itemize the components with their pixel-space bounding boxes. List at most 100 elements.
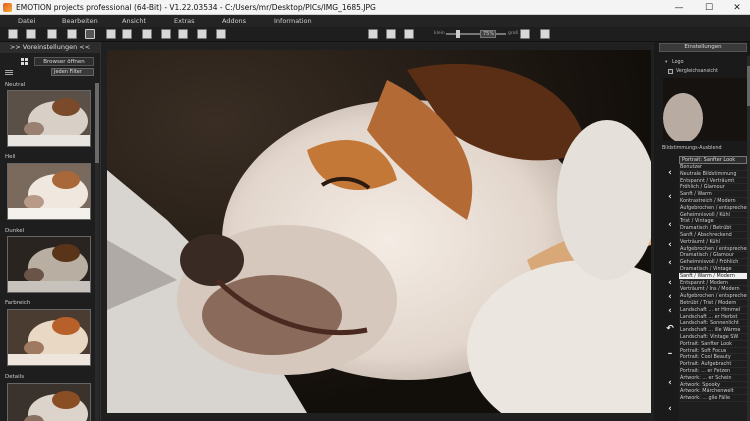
export-icon[interactable] — [67, 29, 77, 39]
menu-addons[interactable]: Addons — [222, 17, 246, 25]
look-item[interactable]: Landschaft: Sonnenlicht — [679, 320, 747, 328]
book-icon[interactable] — [197, 29, 207, 39]
menu-extras[interactable]: Extras — [174, 17, 195, 25]
look-item[interactable]: Verträumt / Ins / Modern — [679, 286, 747, 294]
look-item[interactable]: Sanft / Abschreckend — [679, 232, 747, 239]
dog-thumbnail-hell — [8, 164, 90, 219]
sleeping-dog-photo — [107, 50, 651, 413]
look-item[interactable]: Entspannt / Modern — [679, 280, 747, 287]
look-item[interactable]: Portrait: Aufgebracht — [679, 361, 747, 368]
fit-icon[interactable] — [520, 29, 530, 39]
look-item[interactable]: Aufgebrochen / entsprechend — [679, 293, 747, 300]
look-select[interactable]: Portrait: Sanfter Look — [679, 156, 747, 164]
look-item[interactable]: Aufgebrochen / entsprechend — [679, 246, 747, 253]
prev-look-icon-3[interactable]: ‹ — [665, 220, 675, 230]
look-item[interactable]: Aufgebrochen / entsprechend — [679, 205, 747, 212]
new-file-icon[interactable] — [8, 29, 18, 39]
look-item[interactable]: Sanft / Warm — [679, 191, 747, 198]
look-item[interactable]: Neutrale Bildstimmung — [679, 171, 747, 178]
prev-look-icon-9[interactable]: ‹ — [665, 378, 675, 388]
minus-icon[interactable]: – — [665, 349, 675, 359]
preset-thumb-details[interactable] — [7, 383, 91, 421]
look-item[interactable]: Landschaft: Vintage SW — [679, 334, 747, 341]
look-item[interactable]: Dramatisch / Vintage — [679, 266, 747, 273]
look-item[interactable]: Landschaft ... er Himmel — [679, 307, 747, 314]
filter-select[interactable]: Jeden Filter — [51, 68, 94, 76]
look-item[interactable]: Kontrastreich / Modern — [679, 198, 747, 205]
look-item[interactable]: Entspannt / Verträumt — [679, 178, 747, 185]
preset-thumb-neutral[interactable] — [7, 90, 91, 147]
preset-thumb-dunkel[interactable] — [7, 236, 91, 293]
print-icon[interactable] — [142, 29, 152, 39]
prev-look-icon-10[interactable]: ‹ — [665, 404, 675, 414]
preset-thumb-farbreich[interactable] — [7, 309, 91, 366]
compare-icon[interactable] — [85, 29, 95, 39]
grid-icon[interactable] — [21, 58, 29, 65]
logo-arrow-icon[interactable]: ▾ — [665, 60, 667, 65]
prev-look-icon-4[interactable]: ‹ — [665, 240, 675, 250]
look-item[interactable]: Landschaft ... er Herbst — [679, 314, 747, 321]
menu-bearbeiten[interactable]: Bearbeiten — [62, 17, 98, 25]
text-icon[interactable] — [386, 29, 396, 39]
look-item[interactable]: Portrait: Soft Focus — [679, 348, 747, 355]
look-item[interactable]: Dramatisch / Glamour — [679, 252, 747, 260]
menu-ansicht[interactable]: Ansicht — [122, 17, 146, 25]
preset-thumb-hell[interactable] — [7, 163, 91, 220]
look-item[interactable]: Portrait: Sanfter Look — [679, 341, 747, 348]
look-item[interactable]: Artwork: ... er Schein — [679, 375, 747, 382]
app-window: EMOTION projects professional (64-Bit) -… — [0, 0, 750, 421]
look-item[interactable]: Trist / Vintage — [679, 218, 747, 226]
undo-icon[interactable]: ↶ — [665, 324, 675, 334]
look-item[interactable]: Artwork: Märchenwelt — [679, 388, 747, 396]
logo-label: Logo — [672, 60, 684, 65]
presets-header[interactable]: >> Voreinstellungen << — [0, 42, 100, 53]
rotate-icon[interactable] — [540, 29, 550, 39]
prev-look-icon[interactable]: ‹ — [665, 168, 675, 178]
share-icon[interactable] — [161, 29, 171, 39]
look-item[interactable]: Artwork: Spooky — [679, 382, 747, 389]
dog-thumbnail-farbreich — [8, 310, 90, 365]
main-photo[interactable] — [107, 50, 651, 413]
browser-open-button[interactable]: Browser öffnen — [34, 57, 94, 66]
prev-look-icon-8[interactable]: ‹ — [665, 306, 675, 316]
look-item[interactable]: Portrait: Cool Beauty — [679, 354, 747, 362]
look-item[interactable]: Verträumt / Kühl — [679, 239, 747, 246]
save-as-icon[interactable] — [122, 29, 132, 39]
prev-look-icon-5[interactable]: ‹ — [665, 258, 675, 268]
flip-icon[interactable] — [368, 29, 378, 39]
zoom-slider-knob[interactable] — [456, 30, 460, 38]
look-item[interactable]: Artwork: ... gile Fälle — [679, 395, 747, 402]
prev-look-icon-2[interactable]: ‹ — [665, 192, 675, 202]
filter-icon[interactable] — [5, 69, 13, 76]
look-item[interactable]: Fröhlich / Glamour — [679, 184, 747, 192]
crop-icon[interactable] — [216, 29, 226, 39]
open-icon[interactable] — [26, 29, 36, 39]
prev-look-icon-6[interactable]: ‹ — [665, 278, 675, 288]
menu-datei[interactable]: Datei — [18, 17, 35, 25]
menu-information[interactable]: Information — [274, 17, 312, 25]
look-item[interactable]: Betrübt / Trist / Modern — [679, 300, 747, 307]
bluetooth-icon[interactable] — [404, 29, 414, 39]
look-item[interactable]: Geheimnisvoll / Fröhlich — [679, 259, 747, 266]
save-icon[interactable] — [106, 29, 116, 39]
zoom-slider[interactable] — [446, 30, 506, 38]
maximize-icon[interactable]: ☐ — [694, 0, 724, 15]
dog-thumbnail-details — [8, 384, 90, 421]
minimize-icon[interactable]: — — [664, 0, 694, 15]
look-item[interactable]: Landschaft ... ille Wärme — [679, 327, 747, 334]
presets-scrollbar-thumb[interactable] — [95, 83, 99, 163]
zoom-select[interactable]: 75% — [480, 30, 496, 38]
close-icon[interactable]: ✕ — [722, 0, 750, 15]
import-icon[interactable] — [47, 29, 57, 39]
look-item[interactable]: Benutzer — [679, 164, 747, 171]
presets-scrollbar[interactable] — [95, 83, 99, 421]
look-item[interactable]: Dramatisch / Betrübt — [679, 225, 747, 232]
settings-header[interactable]: Einstellungen — [659, 43, 747, 52]
look-item[interactable]: Geheimnisvoll / Kühl — [679, 212, 747, 219]
compare-checkbox[interactable] — [668, 69, 673, 74]
look-item[interactable]: Portrait: ... er Fetzen — [679, 368, 747, 375]
look-item[interactable]: Sanft / Warm / Modern — [679, 272, 747, 280]
prev-look-icon-7[interactable]: ‹ — [665, 292, 675, 302]
logo-preview-image — [663, 78, 747, 141]
batch-icon[interactable] — [178, 29, 188, 39]
